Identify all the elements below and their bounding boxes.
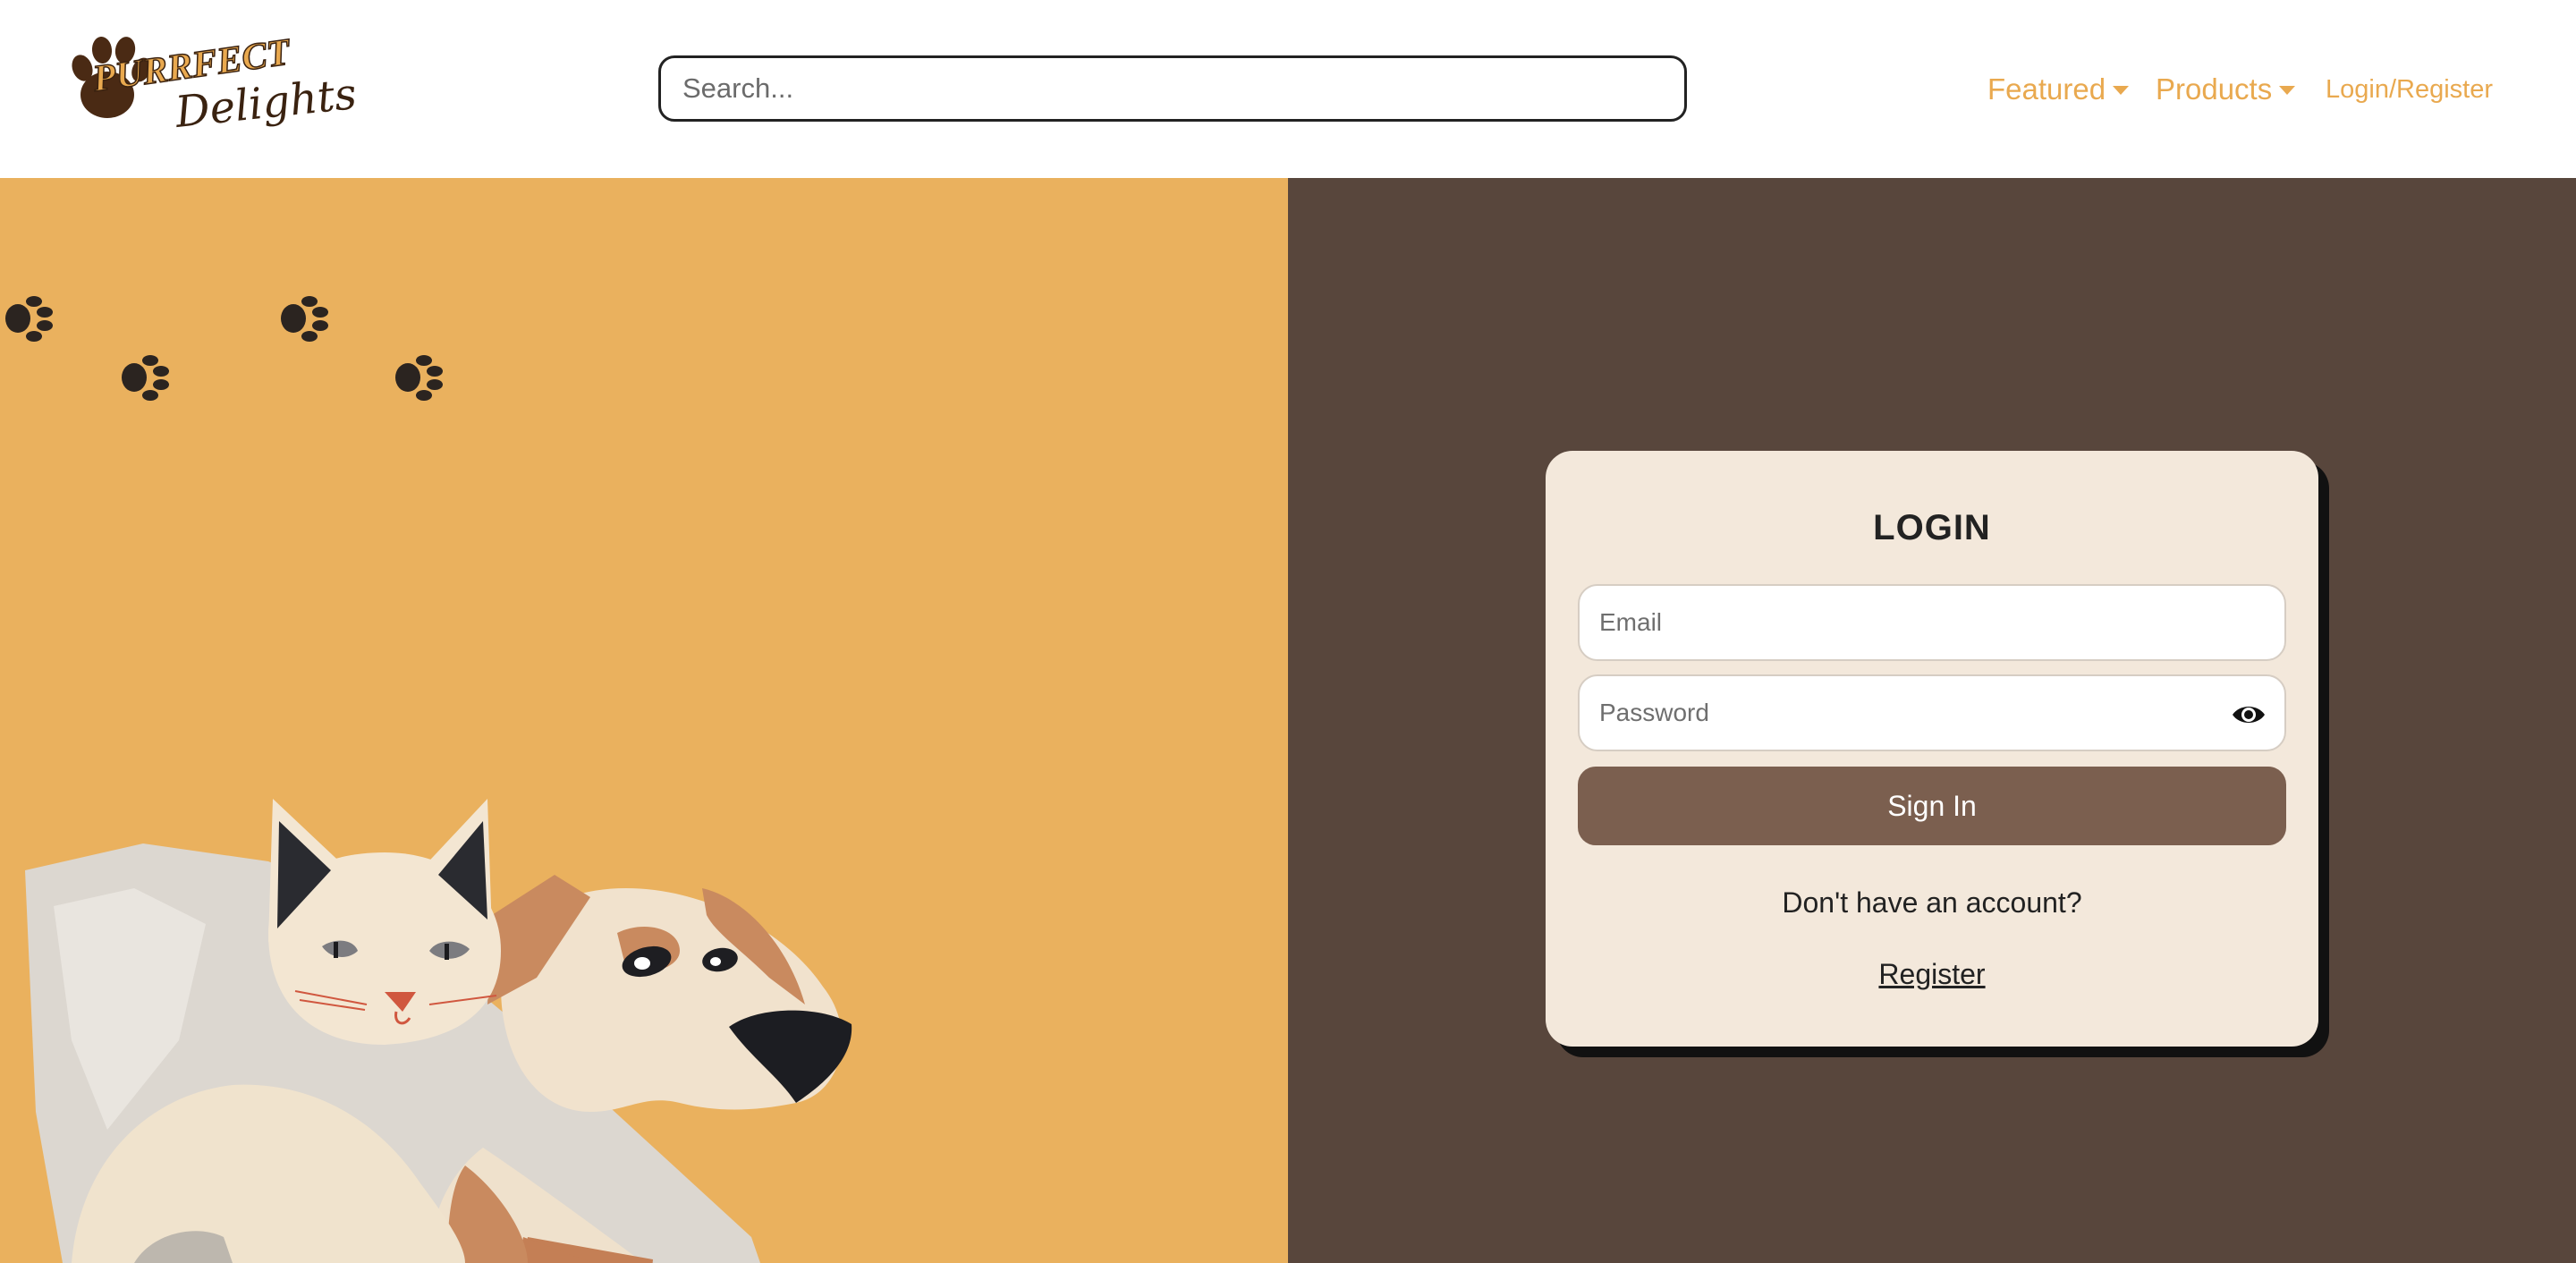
nav-products-dropdown[interactable]: Products [2156, 66, 2296, 113]
paw-print-icon [281, 296, 328, 342]
top-navbar: PURRFECT Delights Featured Products Logi… [0, 0, 2576, 178]
nav-featured-label: Featured [1987, 72, 2106, 106]
paw-print-icon [122, 355, 169, 401]
brand-logo[interactable]: PURRFECT Delights [70, 30, 365, 140]
email-field-container [1578, 584, 2286, 661]
search-input[interactable] [658, 55, 1687, 122]
login-card: LOGIN Sign In Don't have an account? Reg… [1546, 451, 2318, 1047]
register-link[interactable]: Register [1546, 958, 2318, 991]
email-input[interactable] [1580, 586, 2284, 659]
nav-products-label: Products [2156, 72, 2273, 106]
no-account-text: Don't have an account? [1782, 886, 2082, 919]
nav-featured-dropdown[interactable]: Featured [1987, 66, 2130, 113]
nav-login-register-label: Login/Register [2326, 74, 2493, 104]
cat-and-dog-illustration [25, 799, 852, 1263]
caret-down-icon [2113, 86, 2130, 95]
nav-login-register-link[interactable]: Login/Register [2326, 66, 2493, 113]
caret-down-icon [2279, 86, 2296, 95]
paw-print-icon [395, 355, 443, 401]
password-field-container [1578, 674, 2286, 751]
login-panel: LOGIN Sign In Don't have an account? Reg… [1288, 178, 2576, 1263]
eye-icon[interactable] [2231, 700, 2267, 729]
sign-in-button[interactable]: Sign In [1578, 767, 2286, 845]
hero-illustration-panel [0, 178, 1288, 1263]
login-title: LOGIN [1873, 508, 1991, 547]
password-input[interactable] [1580, 676, 2284, 750]
paw-print-icon [5, 296, 53, 342]
search-bar [658, 55, 1687, 122]
